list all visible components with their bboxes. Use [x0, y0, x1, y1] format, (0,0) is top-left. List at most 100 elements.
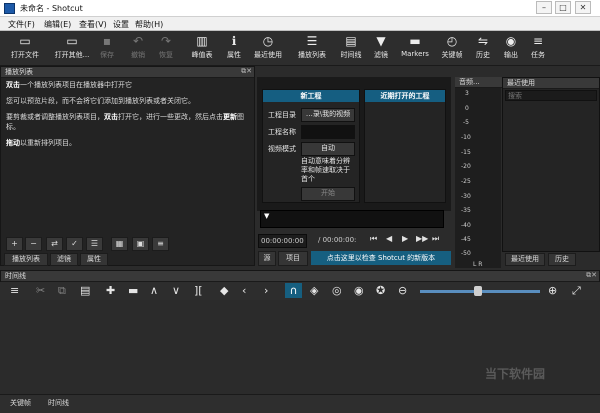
maximize-button[interactable]: □ [555, 1, 571, 14]
panel-float-close-icon[interactable]: ⧉✕ [586, 271, 597, 280]
ripple-markers-icon[interactable]: ✪ [376, 284, 385, 297]
tab-playlist[interactable]: 播放列表 [4, 253, 48, 266]
start-button[interactable]: 开始 [301, 187, 355, 201]
timecode-current[interactable]: 00:00:00:00 [258, 234, 307, 248]
video-mode-description: 自动意味着分辨率和帧速取决于 首个 [301, 157, 350, 183]
filters-button[interactable]: ▼ 滤镜 [371, 33, 391, 64]
fast-forward-icon[interactable]: ▶▶ [416, 234, 428, 243]
playlist-list-icon[interactable]: ☰ [86, 237, 103, 251]
menu-settings[interactable]: 设置 [113, 19, 129, 30]
playlist-update-icon[interactable]: ⇄ [46, 237, 63, 251]
tab-properties[interactable]: 属性 [80, 253, 108, 266]
menu-view[interactable]: 查看(V) [79, 19, 107, 30]
remove-icon[interactable]: ▬ [128, 284, 138, 297]
minimize-button[interactable]: – [536, 1, 552, 14]
export-button[interactable]: ◉ 输出 [501, 33, 521, 64]
playlist-grid-icon[interactable]: ▦ [111, 237, 128, 251]
playlist-check-icon[interactable]: ✓ [66, 237, 83, 251]
open-other-button[interactable]: ▭ 打开其他... [52, 33, 92, 64]
tab-filters[interactable]: 滤镜 [50, 253, 78, 266]
playlist-menu-icon[interactable]: ≡ [152, 237, 169, 251]
marker-add-icon[interactable]: ◆ [220, 284, 228, 297]
play-icon[interactable]: ▶ [402, 234, 408, 243]
window-title-bar: 未命名 - Shotcut – □ ✕ [0, 0, 600, 17]
cut-icon[interactable]: ✂ [36, 284, 45, 297]
audio-meter-panel: 音频... 3 0 -5 -10 -15 -20 -25 -30 -35 -40… [455, 77, 505, 268]
tab-project[interactable]: 项目 [278, 251, 308, 266]
disc-icon: ◉ [505, 34, 517, 48]
timeline-menu-icon[interactable]: ≡ [10, 284, 19, 297]
menu-help[interactable]: 帮助(H) [135, 19, 163, 30]
redo-button[interactable]: ↷ 恢复 [156, 33, 176, 64]
timeline-panel-header: 时间线 ⧉✕ [0, 270, 600, 282]
menu-file[interactable]: 文件(F) [8, 19, 35, 30]
tab-recent[interactable]: 最近使用 [505, 253, 545, 266]
playlist-add-button[interactable]: + [6, 237, 23, 251]
copy-icon[interactable]: ⧉ [58, 284, 66, 298]
playlist-help-text: 双击一个播放列表项目在播放器中打开它 您可以预览片段，而不会将它们添加到播放列表… [6, 81, 244, 147]
meter-tick: -20 [461, 163, 471, 170]
close-button[interactable]: ✕ [575, 1, 591, 14]
scrubber-bar[interactable]: ▼ [260, 210, 444, 228]
next-marker-icon[interactable]: › [264, 284, 268, 297]
timeline-icon: ▤ [345, 34, 357, 48]
timeline-button[interactable]: ▤ 时间线 [338, 33, 364, 64]
zoom-fit-icon[interactable]: ⤢ [572, 284, 581, 298]
clock-icon: ◷ [262, 34, 274, 48]
paste-icon[interactable]: ▤ [80, 284, 90, 297]
rewind-icon[interactable]: ◀ [386, 234, 392, 243]
ripple-icon[interactable]: ◎ [332, 284, 342, 297]
new-project-title: 新工程 [263, 90, 359, 102]
recent-search-input[interactable] [505, 90, 597, 101]
ripple-all-icon[interactable]: ◉ [354, 284, 364, 297]
tab-keyframes[interactable]: 关键帧 [10, 398, 31, 408]
append-icon[interactable]: ✚ [106, 284, 115, 297]
list-icon: ☰ [306, 34, 318, 48]
folder-icon: ▭ [19, 34, 31, 48]
project-name-input[interactable] [301, 125, 355, 139]
split-icon[interactable]: ][ [194, 284, 203, 297]
history-button[interactable]: ⇋ 历史 [473, 33, 493, 64]
project-dir-button[interactable]: …录\我的视频 [301, 108, 355, 122]
save-button[interactable]: ▪ 保存 [97, 33, 117, 64]
tab-timeline[interactable]: 时间线 [48, 398, 69, 408]
video-mode-select[interactable]: 自动 [301, 142, 355, 156]
project-name-label: 工程名称 [268, 128, 296, 136]
menu-edit[interactable]: 编辑(E) [44, 19, 71, 30]
open-file-button[interactable]: ▭ 打开文件 [8, 33, 42, 64]
snap-magnet-icon[interactable]: ∩ [285, 283, 302, 298]
skip-end-icon[interactable]: ⏭ [432, 234, 439, 244]
jobs-button[interactable]: ≡ 任务 [528, 33, 548, 64]
zoom-slider-handle[interactable] [474, 286, 482, 296]
markers-button[interactable]: ▬ Markers [398, 33, 432, 64]
history-icon: ⇋ [477, 34, 489, 48]
meter-tick: 0 [465, 105, 469, 112]
zoom-in-icon[interactable]: ⊕ [548, 284, 557, 297]
meter-tick: -35 [461, 207, 471, 214]
recent-button[interactable]: ◷ 最近使用 [251, 33, 285, 64]
properties-button[interactable]: ℹ 属性 [224, 33, 244, 64]
zoom-out-icon[interactable]: ⊖ [398, 284, 407, 297]
scrub-icon[interactable]: ◈ [310, 284, 318, 297]
timeline-toolbar: ≡ ✂ ⧉ ▤ ✚ ▬ ∧ ∨ ][ ◆ ‹ › ∩ ◈ ◎ ◉ ✪ ⊖ ⊕ ⤢ [0, 282, 600, 300]
undo-button[interactable]: ↶ 撤销 [128, 33, 148, 64]
lift-icon[interactable]: ∧ [150, 284, 158, 297]
panel-float-close-icon[interactable]: ⧉✕ [241, 67, 252, 76]
stopwatch-icon: ◴ [446, 34, 458, 48]
overwrite-icon[interactable]: ∨ [172, 284, 180, 297]
window-title: 未命名 - Shotcut [20, 4, 83, 13]
playhead-marker-icon[interactable]: ▼ [264, 212, 269, 220]
playlist-detail-icon[interactable]: ▣ [132, 237, 149, 251]
peak-meter-button[interactable]: ▥ 峰值表 [189, 33, 215, 64]
skip-start-icon[interactable]: ⏮ [370, 234, 377, 244]
update-check-banner[interactable]: 点击这里以检查 Shotcut 的新版本 [311, 251, 451, 265]
disk-icon: ▪ [102, 34, 112, 48]
keyframes-button[interactable]: ◴ 关键帧 [438, 33, 466, 64]
prev-marker-icon[interactable]: ‹ [242, 284, 246, 297]
playlist-remove-button[interactable]: − [25, 237, 42, 251]
tab-source[interactable]: 源 [258, 251, 276, 266]
playlist-button[interactable]: ☰ 播放列表 [296, 33, 328, 64]
tab-history[interactable]: 历史 [548, 253, 576, 266]
bottom-tab-bar: 关键帧 时间线 [0, 394, 600, 413]
marker-icon: ▬ [409, 34, 421, 48]
